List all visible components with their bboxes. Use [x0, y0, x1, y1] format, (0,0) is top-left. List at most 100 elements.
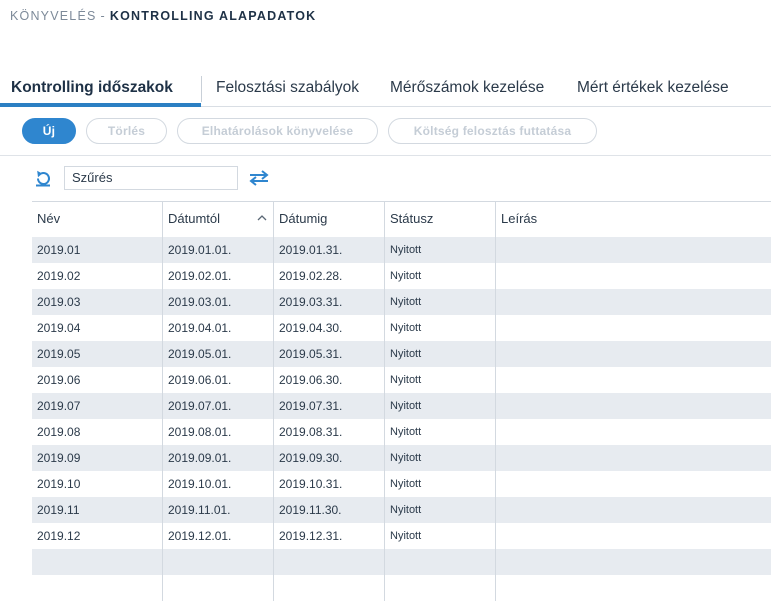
date-from-cell: 2019.10.01.: [162, 471, 273, 497]
description-cell: [495, 237, 771, 263]
description-cell: [495, 315, 771, 341]
date-from-cell: 2019.02.01.: [162, 263, 273, 289]
date-from-cell: 2019.08.01.: [162, 419, 273, 445]
status-cell: [384, 575, 495, 601]
table-row[interactable]: 2019.10 2019.10.01. 2019.10.31. Nyitott: [32, 471, 771, 497]
table-row[interactable]: 2019.11 2019.11.01. 2019.11.30. Nyitott: [32, 497, 771, 523]
date-to-cell: 2019.04.30.: [273, 315, 384, 341]
status-cell: Nyitott: [384, 341, 495, 367]
status-cell: Nyitott: [384, 497, 495, 523]
status-cell: Nyitott: [384, 445, 495, 471]
date-from-cell: [162, 575, 273, 601]
description-cell: [495, 263, 771, 289]
date-from-cell: [162, 549, 273, 575]
filter-bar: Szűrés: [0, 160, 771, 196]
name-cell: 2019.08: [37, 425, 81, 439]
table-row[interactable]: 2019.02 2019.02.01. 2019.02.28. Nyitott: [32, 263, 771, 289]
name-cell: 2019.02: [37, 269, 81, 283]
description-cell: [495, 341, 771, 367]
table-row[interactable]: 2019.08 2019.08.01. 2019.08.31. Nyitott: [32, 419, 771, 445]
date-from-cell: 2019.05.01.: [162, 341, 273, 367]
name-cell: 2019.07: [37, 399, 81, 413]
date-to-cell: 2019.07.31.: [273, 393, 384, 419]
tab-bar: Kontrolling időszakok Felosztási szabály…: [0, 76, 771, 107]
column-header-date-from[interactable]: Dátumtól: [162, 202, 273, 237]
date-from-cell: 2019.01.01.: [162, 237, 273, 263]
date-from-cell: 2019.04.01.: [162, 315, 273, 341]
page-title: KONTROLLING ALAPADATOK: [109, 9, 317, 23]
column-header-date-to[interactable]: Dátumig: [273, 202, 384, 237]
status-cell: Nyitott: [384, 471, 495, 497]
delete-button[interactable]: Törlés: [86, 118, 167, 144]
date-to-cell: 2019.08.31.: [273, 419, 384, 445]
swap-arrows-icon[interactable]: [248, 168, 270, 188]
description-cell: [495, 575, 771, 601]
sort-ascending-icon[interactable]: [257, 214, 267, 221]
date-to-cell: 2019.01.31.: [273, 237, 384, 263]
table-row[interactable]: 2019.03 2019.03.01. 2019.03.31. Nyitott: [32, 289, 771, 315]
description-cell: [495, 549, 771, 575]
column-header-status[interactable]: Státusz: [384, 202, 495, 237]
description-cell: [495, 289, 771, 315]
date-to-cell: [273, 575, 384, 601]
refresh-icon[interactable]: [33, 168, 53, 188]
run-cost-allocation-button[interactable]: Költség felosztás futtatása: [388, 118, 597, 144]
date-to-cell: 2019.09.30.: [273, 445, 384, 471]
table-row[interactable]: 2019.09 2019.09.01. 2019.09.30. Nyitott: [32, 445, 771, 471]
filter-input[interactable]: Szűrés: [64, 166, 238, 190]
date-from-cell: 2019.07.01.: [162, 393, 273, 419]
date-to-cell: [273, 549, 384, 575]
table-body: 2019.01 2019.01.01. 2019.01.31. Nyitott 2019…: [32, 237, 771, 601]
name-cell: 2019.10: [37, 477, 81, 491]
name-cell: 2019.12: [37, 529, 81, 543]
description-cell: [495, 419, 771, 445]
date-to-cell: 2019.10.31.: [273, 471, 384, 497]
column-header-name[interactable]: Név: [32, 202, 162, 237]
toolbar: Új Törlés Elhatárolások könyvelése Költs…: [0, 107, 771, 156]
status-cell: Nyitott: [384, 419, 495, 445]
breadcrumb: KÖNYVELÉS - KONTROLLING ALAPADATOK: [10, 9, 316, 23]
tab-kontrolling-idoszakok[interactable]: Kontrolling időszakok: [11, 76, 173, 106]
date-to-cell: 2019.06.30.: [273, 367, 384, 393]
status-cell: [384, 549, 495, 575]
table-row[interactable]: 2019.04 2019.04.01. 2019.04.30. Nyitott: [32, 315, 771, 341]
breadcrumb-parent[interactable]: KÖNYVELÉS: [10, 9, 97, 23]
new-button[interactable]: Új: [22, 118, 76, 144]
tab-meroszamok-kezelese[interactable]: Mérőszámok kezelése: [390, 76, 544, 106]
description-cell: [495, 523, 771, 549]
table-row[interactable]: [32, 549, 771, 575]
name-cell: 2019.06: [37, 373, 81, 387]
date-to-cell: 2019.11.30.: [273, 497, 384, 523]
name-cell: 2019.11: [37, 503, 80, 517]
status-cell: Nyitott: [384, 393, 495, 419]
date-from-cell: 2019.03.01.: [162, 289, 273, 315]
date-to-cell: 2019.02.28.: [273, 263, 384, 289]
date-to-cell: 2019.12.31.: [273, 523, 384, 549]
table-header: Név Dátumtól Dátumig Státusz Leírás: [32, 201, 771, 237]
post-accruals-button[interactable]: Elhatárolások könyvelése: [177, 118, 378, 144]
table-row[interactable]: 2019.12 2019.12.01. 2019.12.31. Nyitott: [32, 523, 771, 549]
name-cell: 2019.04: [37, 321, 81, 335]
name-cell: 2019.01: [37, 243, 81, 257]
column-header-date-from-label: Dátumtól: [168, 211, 221, 226]
periods-table: Név Dátumtól Dátumig Státusz Leírás 2019…: [32, 201, 771, 601]
description-cell: [495, 445, 771, 471]
table-row[interactable]: 2019.01 2019.01.01. 2019.01.31. Nyitott: [32, 237, 771, 263]
table-row[interactable]: 2019.06 2019.06.01. 2019.06.30. Nyitott: [32, 367, 771, 393]
status-cell: Nyitott: [384, 263, 495, 289]
tab-mert-ertekek-kezelese[interactable]: Mért értékek kezelése: [577, 76, 729, 106]
name-cell: 2019.05: [37, 347, 81, 361]
description-cell: [495, 497, 771, 523]
column-header-description[interactable]: Leírás: [495, 202, 771, 237]
table-row[interactable]: 2019.05 2019.05.01. 2019.05.31. Nyitott: [32, 341, 771, 367]
tab-divider: [201, 76, 202, 102]
tab-felosztasi-szabalyok[interactable]: Felosztási szabályok: [216, 76, 359, 106]
description-cell: [495, 367, 771, 393]
table-row[interactable]: 2019.07 2019.07.01. 2019.07.31. Nyitott: [32, 393, 771, 419]
status-cell: Nyitott: [384, 315, 495, 341]
name-cell: [32, 575, 162, 601]
name-cell: 2019.09: [37, 451, 81, 465]
status-cell: Nyitott: [384, 289, 495, 315]
table-row[interactable]: [32, 575, 771, 601]
date-from-cell: 2019.06.01.: [162, 367, 273, 393]
